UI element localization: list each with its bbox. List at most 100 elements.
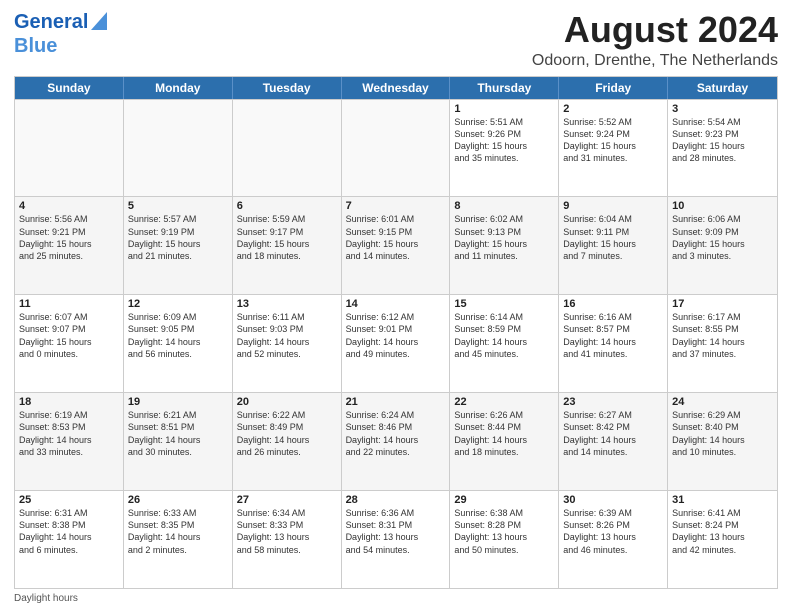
day-number: 26: [128, 494, 228, 506]
cal-cell: 9Sunrise: 6:04 AM Sunset: 9:11 PM Daylig…: [559, 197, 668, 294]
cal-cell: 19Sunrise: 6:21 AM Sunset: 8:51 PM Dayli…: [124, 393, 233, 490]
calendar-body: 1Sunrise: 5:51 AM Sunset: 9:26 PM Daylig…: [15, 99, 777, 588]
day-info: Sunrise: 5:57 AM Sunset: 9:19 PM Dayligh…: [128, 213, 228, 262]
cal-cell: 8Sunrise: 6:02 AM Sunset: 9:13 PM Daylig…: [450, 197, 559, 294]
day-number: 11: [19, 298, 119, 310]
day-number: 20: [237, 396, 337, 408]
day-info: Sunrise: 6:19 AM Sunset: 8:53 PM Dayligh…: [19, 409, 119, 458]
header-sunday: Sunday: [15, 77, 124, 99]
day-info: Sunrise: 6:02 AM Sunset: 9:13 PM Dayligh…: [454, 213, 554, 262]
day-info: Sunrise: 6:34 AM Sunset: 8:33 PM Dayligh…: [237, 507, 337, 556]
day-number: 13: [237, 298, 337, 310]
logo: General Blue: [14, 10, 107, 58]
cal-cell: 16Sunrise: 6:16 AM Sunset: 8:57 PM Dayli…: [559, 295, 668, 392]
day-number: 15: [454, 298, 554, 310]
cal-cell: 21Sunrise: 6:24 AM Sunset: 8:46 PM Dayli…: [342, 393, 451, 490]
day-info: Sunrise: 6:06 AM Sunset: 9:09 PM Dayligh…: [672, 213, 773, 262]
daylight-label: Daylight hours: [14, 593, 78, 604]
cal-cell: 24Sunrise: 6:29 AM Sunset: 8:40 PM Dayli…: [668, 393, 777, 490]
day-number: 10: [672, 200, 773, 212]
cal-cell: 20Sunrise: 6:22 AM Sunset: 8:49 PM Dayli…: [233, 393, 342, 490]
cal-week-4: 18Sunrise: 6:19 AM Sunset: 8:53 PM Dayli…: [15, 392, 777, 490]
day-info: Sunrise: 6:26 AM Sunset: 8:44 PM Dayligh…: [454, 409, 554, 458]
day-info: Sunrise: 6:39 AM Sunset: 8:26 PM Dayligh…: [563, 507, 663, 556]
cal-cell: 4Sunrise: 5:56 AM Sunset: 9:21 PM Daylig…: [15, 197, 124, 294]
day-number: 2: [563, 103, 663, 115]
cal-cell: [124, 100, 233, 197]
cal-cell: 30Sunrise: 6:39 AM Sunset: 8:26 PM Dayli…: [559, 491, 668, 588]
day-number: 6: [237, 200, 337, 212]
day-info: Sunrise: 6:16 AM Sunset: 8:57 PM Dayligh…: [563, 311, 663, 360]
day-info: Sunrise: 6:24 AM Sunset: 8:46 PM Dayligh…: [346, 409, 446, 458]
day-info: Sunrise: 6:33 AM Sunset: 8:35 PM Dayligh…: [128, 507, 228, 556]
logo-blue-text: Blue: [14, 35, 57, 57]
title-location: Odoorn, Drenthe, The Netherlands: [532, 52, 778, 70]
cal-cell: 26Sunrise: 6:33 AM Sunset: 8:35 PM Dayli…: [124, 491, 233, 588]
header-tuesday: Tuesday: [233, 77, 342, 99]
cal-cell: 12Sunrise: 6:09 AM Sunset: 9:05 PM Dayli…: [124, 295, 233, 392]
calendar-header: Sunday Monday Tuesday Wednesday Thursday…: [15, 77, 777, 99]
day-number: 23: [563, 396, 663, 408]
header: General Blue August 2024 Odoorn, Drenthe…: [14, 10, 778, 70]
day-number: 5: [128, 200, 228, 212]
day-number: 9: [563, 200, 663, 212]
day-info: Sunrise: 6:36 AM Sunset: 8:31 PM Dayligh…: [346, 507, 446, 556]
cal-cell: 5Sunrise: 5:57 AM Sunset: 9:19 PM Daylig…: [124, 197, 233, 294]
cal-cell: 28Sunrise: 6:36 AM Sunset: 8:31 PM Dayli…: [342, 491, 451, 588]
day-number: 4: [19, 200, 119, 212]
cal-cell: 11Sunrise: 6:07 AM Sunset: 9:07 PM Dayli…: [15, 295, 124, 392]
day-info: Sunrise: 5:56 AM Sunset: 9:21 PM Dayligh…: [19, 213, 119, 262]
cal-cell: 10Sunrise: 6:06 AM Sunset: 9:09 PM Dayli…: [668, 197, 777, 294]
day-number: 19: [128, 396, 228, 408]
cal-cell: 1Sunrise: 5:51 AM Sunset: 9:26 PM Daylig…: [450, 100, 559, 197]
day-number: 24: [672, 396, 773, 408]
cal-cell: 2Sunrise: 5:52 AM Sunset: 9:24 PM Daylig…: [559, 100, 668, 197]
day-info: Sunrise: 6:21 AM Sunset: 8:51 PM Dayligh…: [128, 409, 228, 458]
day-number: 14: [346, 298, 446, 310]
day-info: Sunrise: 5:59 AM Sunset: 9:17 PM Dayligh…: [237, 213, 337, 262]
day-info: Sunrise: 6:11 AM Sunset: 9:03 PM Dayligh…: [237, 311, 337, 360]
header-monday: Monday: [124, 77, 233, 99]
day-number: 17: [672, 298, 773, 310]
logo-text: General: [14, 11, 88, 34]
header-thursday: Thursday: [450, 77, 559, 99]
day-number: 18: [19, 396, 119, 408]
day-number: 8: [454, 200, 554, 212]
day-number: 22: [454, 396, 554, 408]
header-friday: Friday: [559, 77, 668, 99]
cal-cell: 13Sunrise: 6:11 AM Sunset: 9:03 PM Dayli…: [233, 295, 342, 392]
day-info: Sunrise: 6:41 AM Sunset: 8:24 PM Dayligh…: [672, 507, 773, 556]
day-number: 30: [563, 494, 663, 506]
header-saturday: Saturday: [668, 77, 777, 99]
day-info: Sunrise: 6:27 AM Sunset: 8:42 PM Dayligh…: [563, 409, 663, 458]
cal-cell: 23Sunrise: 6:27 AM Sunset: 8:42 PM Dayli…: [559, 393, 668, 490]
day-info: Sunrise: 6:07 AM Sunset: 9:07 PM Dayligh…: [19, 311, 119, 360]
day-info: Sunrise: 6:14 AM Sunset: 8:59 PM Dayligh…: [454, 311, 554, 360]
cal-cell: [233, 100, 342, 197]
cal-cell: 25Sunrise: 6:31 AM Sunset: 8:38 PM Dayli…: [15, 491, 124, 588]
header-wednesday: Wednesday: [342, 77, 451, 99]
day-info: Sunrise: 6:38 AM Sunset: 8:28 PM Dayligh…: [454, 507, 554, 556]
page: General Blue August 2024 Odoorn, Drenthe…: [0, 0, 792, 612]
day-number: 28: [346, 494, 446, 506]
cal-week-1: 1Sunrise: 5:51 AM Sunset: 9:26 PM Daylig…: [15, 99, 777, 197]
cal-cell: [342, 100, 451, 197]
day-number: 7: [346, 200, 446, 212]
day-info: Sunrise: 6:29 AM Sunset: 8:40 PM Dayligh…: [672, 409, 773, 458]
cal-cell: 17Sunrise: 6:17 AM Sunset: 8:55 PM Dayli…: [668, 295, 777, 392]
cal-cell: 14Sunrise: 6:12 AM Sunset: 9:01 PM Dayli…: [342, 295, 451, 392]
day-number: 27: [237, 494, 337, 506]
logo-triangle-icon: [91, 12, 107, 35]
day-info: Sunrise: 6:01 AM Sunset: 9:15 PM Dayligh…: [346, 213, 446, 262]
day-number: 3: [672, 103, 773, 115]
calendar: Sunday Monday Tuesday Wednesday Thursday…: [14, 76, 778, 589]
cal-cell: 31Sunrise: 6:41 AM Sunset: 8:24 PM Dayli…: [668, 491, 777, 588]
cal-cell: 7Sunrise: 6:01 AM Sunset: 9:15 PM Daylig…: [342, 197, 451, 294]
cal-cell: 18Sunrise: 6:19 AM Sunset: 8:53 PM Dayli…: [15, 393, 124, 490]
day-info: Sunrise: 6:04 AM Sunset: 9:11 PM Dayligh…: [563, 213, 663, 262]
cal-cell: 6Sunrise: 5:59 AM Sunset: 9:17 PM Daylig…: [233, 197, 342, 294]
day-info: Sunrise: 6:12 AM Sunset: 9:01 PM Dayligh…: [346, 311, 446, 360]
day-number: 12: [128, 298, 228, 310]
day-number: 31: [672, 494, 773, 506]
cal-cell: 29Sunrise: 6:38 AM Sunset: 8:28 PM Dayli…: [450, 491, 559, 588]
